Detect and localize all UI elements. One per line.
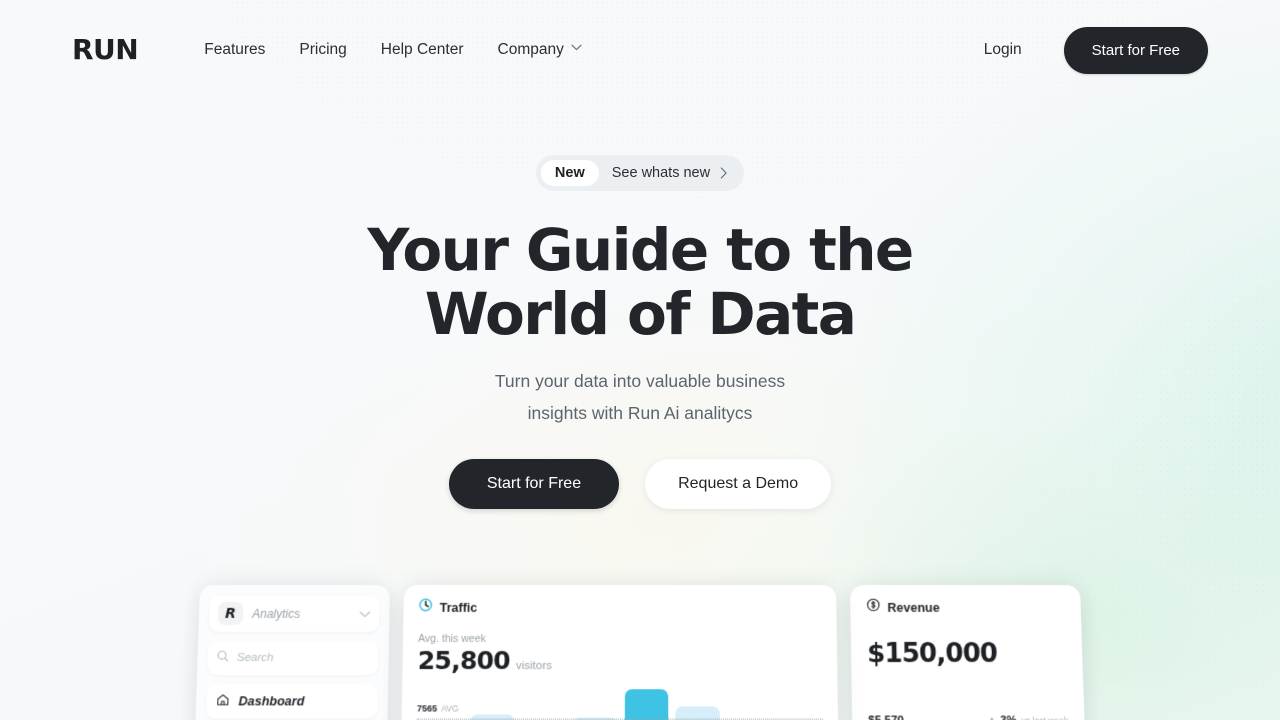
traffic-card: Traffic Avg. this week 25,800 visitors 7… — [400, 585, 839, 720]
home-icon — [216, 693, 230, 709]
search-placeholder: Search — [236, 651, 274, 665]
traffic-metric-unit: visitors — [515, 660, 552, 673]
request-demo-button[interactable]: Request a Demo — [645, 459, 832, 509]
nav-links: Features Pricing Help Center Company — [204, 41, 582, 59]
chevron-down-icon — [571, 44, 582, 54]
revenue-card-title: Revenue — [887, 600, 940, 615]
search-icon — [216, 649, 229, 667]
workspace-logo-icon: R — [217, 601, 244, 625]
subtitle-line-1: Turn your data into valuable business — [494, 371, 786, 391]
nav-link-help-center-label: Help Center — [380, 41, 464, 58]
nav-link-company-label: Company — [497, 41, 564, 58]
login-link[interactable]: Login — [984, 41, 1022, 59]
dollar-circle-icon — [866, 598, 880, 617]
hero-subtitle: Turn your data into valuable business in… — [0, 366, 1280, 430]
arrow-up-icon: ↑ — [989, 716, 994, 720]
revenue-delta-pct: 3% — [1000, 715, 1016, 720]
bar-chart-bar — [624, 689, 669, 720]
average-value: 7565 — [416, 703, 438, 714]
subtitle-line-2: insights with Run Ai analitycs — [527, 402, 753, 423]
revenue-card: Revenue $150,000 $5,570 ↑ 3% vs last wee… — [850, 585, 1087, 720]
nav-link-features[interactable]: Features — [204, 41, 265, 59]
traffic-metric-label: Avg. this week — [418, 632, 486, 645]
revenue-delta: ↑ 3% vs last week — [989, 715, 1068, 720]
badge-text-label: See whats new — [611, 165, 711, 181]
badge-new-label: New — [540, 160, 599, 186]
start-for-free-button-nav[interactable]: Start for Free — [1063, 26, 1208, 74]
workspace-switcher[interactable]: R Analytics — [208, 594, 380, 632]
average-label: 7565 AVG — [416, 703, 463, 714]
brand-logo[interactable]: RUN — [72, 36, 139, 64]
chevron-right-icon — [719, 167, 729, 179]
dashboard-sidebar: R Analytics Search Dashboard — [193, 585, 390, 720]
dashboard-preview: R Analytics Search Dashboard Traffic Avg… — [193, 585, 1087, 720]
traffic-icon — [418, 598, 432, 617]
nav-link-pricing[interactable]: Pricing — [299, 41, 346, 59]
nav-link-pricing-label: Pricing — [299, 41, 347, 58]
hero-cta-row: Start for Free Request a Demo — [0, 459, 1280, 509]
revenue-delta-note: vs last week — [1021, 716, 1068, 720]
average-suffix: AVG — [441, 703, 459, 714]
sidebar-item-dashboard-label: Dashboard — [238, 694, 305, 709]
nav-link-company[interactable]: Company — [497, 41, 582, 59]
sidebar-item-dashboard[interactable]: Dashboard — [205, 684, 379, 719]
traffic-card-header: Traffic — [418, 598, 821, 617]
whats-new-badge[interactable]: New See whats new — [535, 155, 745, 191]
chevron-down-icon-workspace — [359, 604, 370, 622]
page-title: Your Guide to the World of Data — [0, 218, 1280, 346]
page-root: RUN Features Pricing Help Center Company — [0, 0, 1280, 720]
average-line — [416, 718, 823, 720]
revenue-card-header: Revenue — [866, 598, 1065, 617]
traffic-metric-value: 25,800 — [417, 645, 511, 676]
revenue-amount: $150,000 — [866, 638, 998, 670]
traffic-metric-row: 25,800 visitors — [418, 646, 823, 675]
revenue-secondary-amount: $5,570 — [868, 715, 904, 720]
nav-right-actions: Login Start for Free — [984, 26, 1208, 74]
workspace-label: Analytics — [251, 606, 301, 621]
search-input[interactable]: Search — [207, 640, 379, 676]
badge-text: See whats new — [599, 165, 737, 181]
nav-link-help-center[interactable]: Help Center — [381, 41, 464, 59]
start-for-free-button-hero[interactable]: Start for Free — [448, 459, 620, 509]
headline-line-1: Your Guide to the — [367, 216, 914, 284]
traffic-bar-chart: 7565 AVG — [416, 685, 823, 720]
traffic-card-title: Traffic — [439, 600, 478, 615]
nav-link-features-label: Features — [204, 41, 266, 58]
revenue-footer: $5,570 ↑ 3% vs last week — [868, 715, 1068, 720]
bar-chart-bars — [416, 685, 823, 720]
top-navigation-bar: RUN Features Pricing Help Center Company — [0, 0, 1280, 100]
headline-line-2: World of Data — [424, 280, 857, 349]
